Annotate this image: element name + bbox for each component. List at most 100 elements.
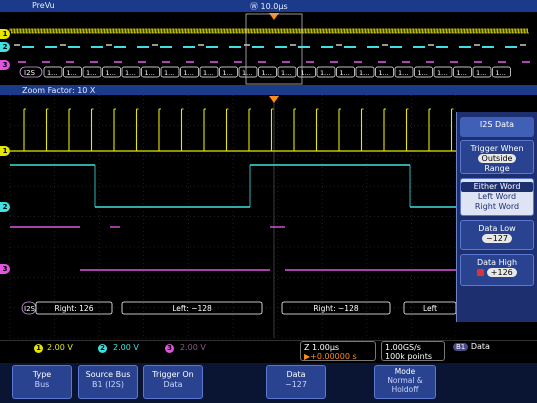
trigger-on-label: Trigger On: [152, 370, 194, 379]
ch1-edge: [338, 108, 341, 151]
acquisition-status[interactable]: 1.00GS/s 100k points: [381, 341, 445, 361]
ch1-edge: [135, 108, 139, 151]
zoom-factor-label: Zoom Factor: 10 X: [22, 86, 96, 95]
zoom-timebase: Z 1.00µs: [304, 343, 340, 352]
ch1-edge: [270, 108, 274, 151]
trigger-when-value: Outside: [477, 154, 517, 163]
word-select-option[interactable]: Either Word Left Word Right Word: [460, 178, 534, 216]
ch1-edge: [315, 108, 319, 151]
trigger-source-badge: B1: [453, 343, 469, 351]
overview-bus-frame-text: 1...: [106, 69, 116, 77]
overview-ch1-path: [9, 28, 529, 34]
trigger-status[interactable]: B1 Data: [450, 341, 510, 361]
data-button-label: Data: [286, 370, 306, 379]
ch1-edge: [180, 108, 184, 151]
overview-bus-frame-text: 1...: [86, 69, 96, 77]
side-menu-title: I2S Data: [460, 117, 534, 137]
knob-icon: [477, 269, 485, 276]
preview-label: PreVu: [32, 1, 55, 10]
data-low-label: Data Low: [478, 224, 516, 233]
ch1-edge: [450, 108, 454, 151]
overview-bus-frame-text: 1...: [47, 69, 57, 77]
source-bus-value: B1 (I2S): [92, 380, 124, 389]
ch1-edge: [68, 108, 71, 151]
ch3-status-badge[interactable]: 3: [165, 344, 174, 353]
source-bus-label: Source Bus: [85, 370, 131, 379]
zoom-waveform-window[interactable]: I2S Right: 126 Left: −128 Right: −128 Left: [0, 95, 456, 340]
type-button-label: Type: [32, 370, 52, 379]
overview-bus-frame-text: 1...: [184, 69, 194, 77]
record-length: 100k points: [385, 352, 433, 361]
type-button[interactable]: Type Bus: [12, 365, 72, 399]
word-option-left[interactable]: Left Word: [461, 192, 533, 202]
ch3-marker-zoom[interactable]: 3: [0, 264, 10, 274]
ch3-scale[interactable]: 2.00 V: [180, 343, 206, 352]
overview-bus-frame-text: 1...: [476, 69, 486, 77]
bus-frame-text: Left: [423, 304, 437, 313]
overview-bus-trace: I2S 1... 1... 1... 1... 1... 1... 1... 1... 1... 1…: [19, 66, 511, 78]
trigger-on-value: Data: [163, 380, 183, 389]
bus-marker-text: I2S: [24, 305, 36, 313]
overview-bus-frame-text: 1...: [203, 69, 213, 77]
trigger-delay: ▶+0.00000 s: [304, 352, 357, 361]
ch1-edge: [225, 108, 229, 151]
overview-bus-frame-text: 1...: [242, 69, 252, 77]
ch1-edge: [158, 108, 161, 151]
data-high-label: Data High: [476, 258, 518, 267]
bus-frame-text: Left: −128: [172, 304, 212, 313]
word-option-right[interactable]: Right Word: [461, 202, 533, 212]
ch1-edge: [90, 108, 94, 151]
overview-bus-frame-text: 1...: [67, 69, 77, 77]
ch1-edge: [383, 108, 386, 151]
overview-bus-frame-text: 1...: [145, 69, 155, 77]
ch3-marker-overview[interactable]: 3: [0, 60, 10, 70]
trigger-when-label: Trigger When: [470, 144, 524, 153]
overview-bus-frame-text: 1...: [437, 69, 447, 77]
ch2-marker-zoom[interactable]: 2: [0, 202, 10, 212]
ch1-edge: [248, 108, 251, 151]
side-menu: I2S Data Trigger When Outside Range Eith…: [456, 112, 537, 322]
overview-bus-frame-text: 1...: [496, 69, 506, 77]
bus-frame-text: Right: 126: [55, 304, 94, 313]
mode-button-label: Mode: [394, 367, 416, 376]
data-high-option[interactable]: Data High +126: [460, 254, 534, 286]
data-low-option[interactable]: Data Low −127: [460, 220, 534, 250]
ch2-marker-overview[interactable]: 2: [0, 42, 10, 52]
overview-bus-marker-text: I2S: [24, 69, 36, 77]
ch2-scale[interactable]: 2.00 V: [113, 343, 139, 352]
overview-bus-frame-text: 1...: [281, 69, 291, 77]
zoom-box: [245, 13, 303, 85]
trigger-type: Data: [470, 342, 490, 351]
overview-bus-frame-text: 1...: [418, 69, 428, 77]
bus-frame-text: Right: −128: [313, 304, 358, 313]
word-option-either[interactable]: Either Word: [461, 182, 533, 192]
overview-bus-frame-text: 1...: [262, 69, 272, 77]
overview-bus-frame-text: 1...: [359, 69, 369, 77]
timebase-label: Ⓦ 10.0µs: [250, 2, 288, 11]
ch2-status-badge[interactable]: 2: [98, 344, 107, 353]
overview-bus-frame-text: 1...: [457, 69, 467, 77]
overview-bus-frame-text: 1...: [223, 69, 233, 77]
overview-ch2-trace: [14, 44, 526, 48]
overview-bus-frame-text: 1...: [340, 69, 350, 77]
ch1-marker-overview[interactable]: 1: [0, 29, 10, 39]
ch1-scale[interactable]: 2.00 V: [47, 343, 73, 352]
data-low-value: −127: [482, 234, 512, 243]
ch1-status-badge[interactable]: 1: [34, 344, 43, 353]
data-button-value: −127: [285, 380, 307, 389]
ch1-edge: [360, 108, 364, 151]
trigger-when-option[interactable]: Trigger When Outside Range: [460, 140, 534, 174]
ch1-edge: [428, 108, 431, 151]
overview-bus-frame-text: 1...: [164, 69, 174, 77]
ch1-edge: [405, 108, 409, 151]
ch1-marker-zoom[interactable]: 1: [0, 146, 10, 156]
mode-button[interactable]: Mode Normal & Holdoff: [374, 365, 436, 399]
ch1-edge: [293, 108, 296, 151]
source-bus-button[interactable]: Source Bus B1 (I2S): [78, 365, 138, 399]
ch1-edge: [113, 108, 116, 151]
sample-rate: 1.00GS/s: [385, 343, 421, 352]
trigger-on-button[interactable]: Trigger On Data: [143, 365, 203, 399]
oscilloscope-screen: PreVu Ⓦ 10.0µs I2S 1... 1... 1... 1... 1... 1.…: [0, 0, 537, 403]
data-button[interactable]: Data −127: [266, 365, 326, 399]
horizontal-status[interactable]: Z 1.00µs ▶+0.00000 s: [300, 341, 376, 361]
